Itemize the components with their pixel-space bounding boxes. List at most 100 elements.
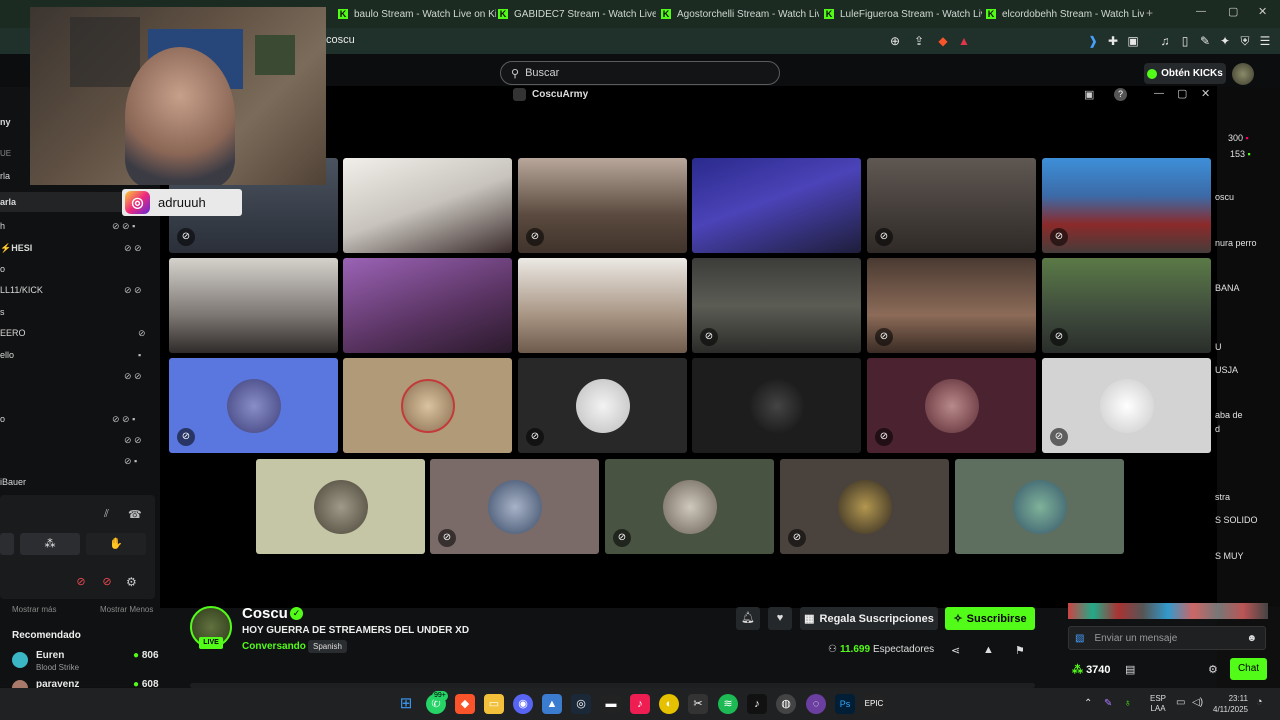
- browser-tab[interactable]: Kbaulo Stream - Watch Live on Kick✕: [338, 4, 496, 24]
- app-icon[interactable]: ▬: [601, 694, 621, 714]
- sidebar-item[interactable]: ello: [0, 350, 14, 360]
- maximize-icon[interactable]: ▢: [1177, 87, 1187, 100]
- leo-icon[interactable]: ✦: [1216, 32, 1234, 50]
- search-input[interactable]: ⚲ Buscar: [500, 61, 780, 85]
- user-icon[interactable]: ⚑: [1015, 644, 1025, 657]
- video-tile[interactable]: ⊘: [867, 158, 1036, 253]
- avatar-tile[interactable]: ⊘: [518, 358, 687, 453]
- activities-button[interactable]: ⁂: [20, 533, 80, 555]
- restore-window-icon[interactable]: ▢: [1228, 5, 1238, 18]
- chat-input[interactable]: ▧ Enviar un mensaje ☻: [1068, 626, 1266, 650]
- minimize-icon[interactable]: —: [1154, 88, 1164, 99]
- video-tile[interactable]: ⊘: [1042, 258, 1211, 353]
- brave-rewards-icon[interactable]: ▲: [955, 32, 973, 50]
- streamer-name[interactable]: Coscu: [242, 605, 288, 622]
- tiktok-icon[interactable]: ♪: [747, 694, 767, 714]
- sidebar-item[interactable]: EERO: [0, 328, 26, 338]
- gear-icon[interactable]: ⚙: [1208, 663, 1218, 676]
- epic-games-icon[interactable]: EPIC: [864, 694, 884, 714]
- stream-category[interactable]: Conversando: [242, 641, 306, 652]
- clock[interactable]: 23:11 4/11/2025: [1212, 693, 1248, 715]
- share-icon[interactable]: ⇪: [910, 32, 928, 50]
- emoji-icon[interactable]: ☻: [1246, 633, 1257, 644]
- store-icon[interactable]: ▤: [1125, 663, 1135, 676]
- photoshop-icon[interactable]: Ps: [835, 694, 855, 714]
- popout-icon[interactable]: ▣: [1084, 88, 1094, 101]
- app-icon[interactable]: ◌: [806, 694, 826, 714]
- brave-icon[interactable]: ◆: [455, 694, 475, 714]
- screenshot-icon[interactable]: ▣: [1124, 32, 1142, 50]
- deafen-icon[interactable]: ⊘: [98, 575, 116, 593]
- sidebar-item[interactable]: ⚡HESI: [0, 243, 32, 254]
- video-tile[interactable]: [169, 258, 338, 353]
- steam-icon[interactable]: ◎: [571, 694, 591, 714]
- brave-shield-icon[interactable]: ◆: [934, 32, 952, 50]
- sidebar-icon[interactable]: ▯: [1176, 32, 1194, 50]
- avatar-tile[interactable]: ⊘: [867, 358, 1036, 453]
- browser-tab[interactable]: KGABIDEC7 Stream - Watch Live on K✕: [498, 4, 656, 24]
- url-text[interactable]: coscu: [326, 34, 355, 46]
- bell-icon[interactable]: 🔔︎: [736, 607, 760, 630]
- video-tile[interactable]: ⊘: [692, 258, 861, 353]
- folder-icon[interactable]: ▭: [484, 694, 504, 714]
- channel-points[interactable]: ⁂ 3740: [1072, 663, 1111, 676]
- close-icon[interactable]: ✕: [1201, 87, 1210, 100]
- video-tile[interactable]: [343, 258, 512, 353]
- sidebar-item[interactable]: ny: [0, 117, 11, 127]
- user-avatar[interactable]: [1232, 63, 1254, 85]
- avatar-tile[interactable]: ⊘: [430, 459, 599, 554]
- tray-chevron-icon[interactable]: ⌃: [1084, 698, 1092, 709]
- avatar-tile[interactable]: [256, 459, 425, 554]
- browser-tab[interactable]: KLuleFigueroa Stream - Watch Live on✕: [824, 4, 982, 24]
- browser-tab[interactable]: KAgostorchelli Stream - Watch Live on✕: [661, 4, 819, 24]
- video-tile[interactable]: ⊘: [1042, 158, 1211, 253]
- music-icon[interactable]: ♫: [1156, 32, 1174, 50]
- bookmarks-icon[interactable]: ✎: [1196, 32, 1214, 50]
- video-tile[interactable]: [692, 158, 861, 253]
- subscribe-button[interactable]: ✧ Suscribirse: [945, 607, 1035, 630]
- language-tag[interactable]: Spanish: [308, 640, 347, 653]
- video-tile[interactable]: [343, 158, 512, 253]
- help-icon[interactable]: ?: [1114, 88, 1127, 101]
- disconnect-icon[interactable]: ☎: [128, 508, 142, 521]
- sidebar-item[interactable]: LL11/KICK: [0, 285, 43, 295]
- capcut-icon[interactable]: ✂: [688, 694, 708, 714]
- photos-icon[interactable]: ▲: [542, 694, 562, 714]
- windows-start-icon[interactable]: ⊞: [396, 694, 416, 714]
- spotify-icon[interactable]: ≋: [718, 694, 738, 714]
- recommended-name[interactable]: Euren: [36, 650, 64, 661]
- network-icon[interactable]: ▭: [1176, 697, 1185, 708]
- minimize-window-icon[interactable]: —: [1196, 6, 1206, 17]
- discord-icon[interactable]: ◉: [513, 694, 533, 714]
- volume-icon[interactable]: ◁): [1192, 697, 1203, 708]
- gift-subs-button[interactable]: ▦ Regala Suscripciones: [800, 607, 938, 630]
- sidebar-item[interactable]: rla: [0, 171, 10, 181]
- sidebar-item[interactable]: UE: [0, 149, 11, 158]
- notifications-icon[interactable]: ◔: [1256, 696, 1263, 708]
- extensions-icon[interactable]: ✚: [1104, 32, 1122, 50]
- video-tile[interactable]: [518, 258, 687, 353]
- tiktok-live-icon[interactable]: ♪: [630, 694, 650, 714]
- menu-icon[interactable]: ☰: [1256, 32, 1274, 50]
- vpn-icon[interactable]: ⛨: [1236, 32, 1254, 50]
- avatar-tile[interactable]: [692, 358, 861, 453]
- sidebar-item[interactable]: iBauer: [0, 477, 26, 487]
- sidebar-item[interactable]: arla: [0, 197, 16, 207]
- soundboard-button[interactable]: ✋: [86, 533, 146, 555]
- video-tile[interactable]: ⊘: [518, 158, 687, 253]
- heart-icon[interactable]: ♥: [768, 607, 792, 630]
- tray-app-icon[interactable]: ✎: [1104, 698, 1112, 709]
- translate-icon[interactable]: ❱: [1084, 32, 1102, 50]
- app-icon[interactable]: ◐: [659, 694, 679, 714]
- sidebar-item[interactable]: o: [0, 264, 5, 274]
- sidebar-item[interactable]: s: [0, 307, 5, 317]
- share-icon[interactable]: ⋖: [951, 644, 960, 657]
- video-tile[interactable]: ⊘: [867, 258, 1036, 353]
- close-window-icon[interactable]: ✕: [1258, 5, 1267, 18]
- language-indicator[interactable]: ESP LAA: [1150, 694, 1166, 714]
- avatar-tile[interactable]: ⊘: [780, 459, 949, 554]
- avatar-tile[interactable]: ⊘: [605, 459, 774, 554]
- get-kicks-button[interactable]: Obtén KICKs: [1144, 63, 1226, 84]
- obs-icon[interactable]: ◍: [776, 694, 796, 714]
- sidebar-item[interactable]: h: [0, 221, 5, 231]
